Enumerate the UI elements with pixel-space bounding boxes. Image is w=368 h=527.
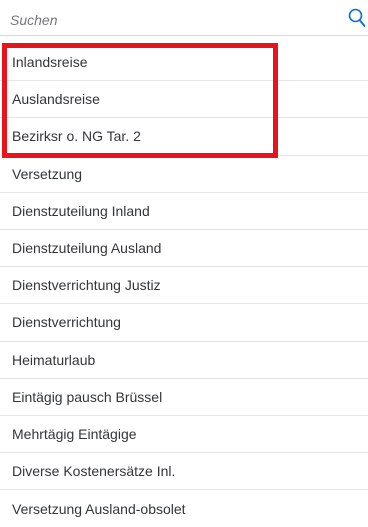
list-item-label: Versetzung Ausland-obsolet [12, 500, 186, 517]
list-item-heimaturlaub[interactable]: Heimaturlaub [0, 342, 368, 379]
trip-type-list: Inlandsreise Auslandsreise Bezirksr o. N… [0, 44, 368, 527]
list-item-diverse-kostenersaetze[interactable]: Diverse Kostenersätze Inl. [0, 453, 368, 491]
list-item-label: Eintägig pausch Brüssel [12, 388, 163, 405]
list-item-label: Dienstzuteilung Inland [12, 202, 150, 219]
list-item-label: Dienstverrichtung Justiz [12, 277, 161, 294]
list-item-bezirksreise[interactable]: Bezirksr o. NG Tar. 2 [0, 118, 368, 156]
list-item-label: Bezirksr o. NG Tar. 2 [12, 128, 141, 145]
list-item-label: Dienstverrichtung [12, 314, 121, 331]
list-item-inlandsreise[interactable]: Inlandsreise [0, 44, 368, 82]
list-item-label: Auslandsreise [12, 91, 100, 108]
search-input[interactable] [10, 12, 310, 28]
search-icon[interactable] [348, 8, 366, 28]
list-item-label: Mehrtägig Eintägige [12, 425, 137, 442]
list-item-mehrtaegig-eintaegige[interactable]: Mehrtägig Eintägige [0, 416, 368, 454]
list-item-label: Inlandsreise [12, 54, 88, 71]
list-item-dienstzuteilung-ausland[interactable]: Dienstzuteilung Ausland [0, 230, 368, 268]
trip-type-picker: Inlandsreise Auslandsreise Bezirksr o. N… [0, 0, 368, 527]
list-item-versetzung[interactable]: Versetzung [0, 156, 368, 193]
list-item-label: Heimaturlaub [12, 351, 96, 368]
list-item-dienstzuteilung-inland[interactable]: Dienstzuteilung Inland [0, 193, 368, 230]
search-bar [0, 0, 368, 36]
list-item-dienstverrichtung-justiz[interactable]: Dienstverrichtung Justiz [0, 267, 368, 305]
list-item-label: Diverse Kostenersätze Inl. [12, 463, 176, 480]
list-item-versetzung-ausland-obsolet[interactable]: Versetzung Ausland-obsolet [0, 490, 368, 527]
list-item-auslandsreise[interactable]: Auslandsreise [0, 81, 368, 119]
list-item-dienstverrichtung[interactable]: Dienstverrichtung [0, 304, 368, 342]
list-item-eintaegig-pausch-bruessel[interactable]: Eintägig pausch Brüssel [0, 379, 368, 416]
list-item-label: Dienstzuteilung Ausland [12, 240, 162, 257]
list-item-label: Versetzung [12, 165, 83, 182]
